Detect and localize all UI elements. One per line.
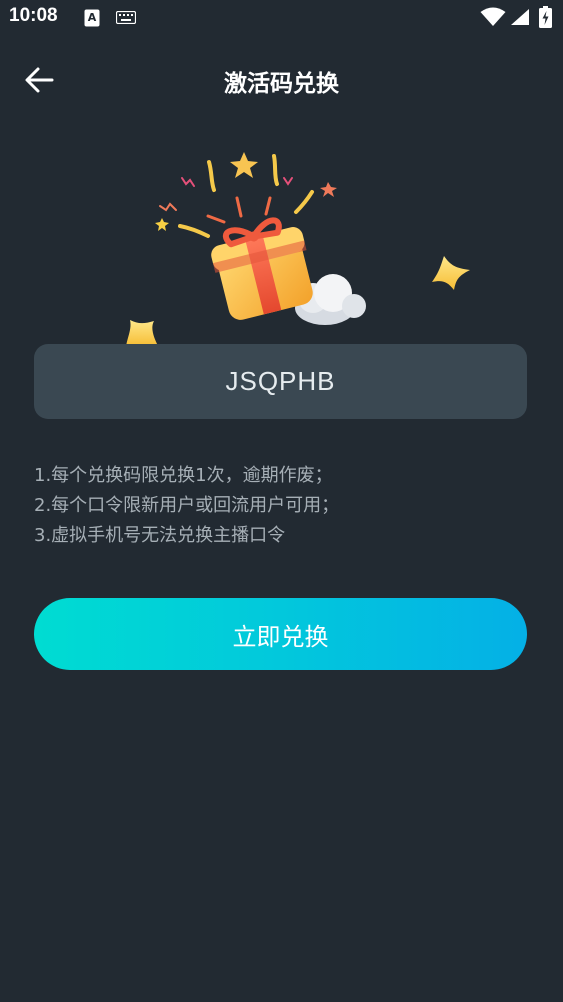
svg-text:A: A xyxy=(88,11,97,24)
wifi-icon xyxy=(480,7,506,26)
status-time: 10:08 xyxy=(9,5,58,26)
signal-icon xyxy=(511,9,529,25)
header: 激活码兑换 xyxy=(0,50,563,110)
rule-item: 3.虚拟手机号无法兑换主播口令 xyxy=(34,525,286,546)
gift-illustration xyxy=(120,140,480,350)
redeem-rules: 1.每个兑换码限兑换1次，逾期作废； 2.每个口令限新用户或回流用户可用； 3.… xyxy=(34,461,534,551)
redeem-now-button[interactable]: 立即兑换 xyxy=(34,598,527,670)
rule-item: 1.每个兑换码限兑换1次，逾期作废； xyxy=(34,465,333,486)
confetti-icon xyxy=(159,154,314,238)
keyboard-icon xyxy=(116,11,136,24)
status-bar: 10:08 A xyxy=(0,0,563,36)
rule-item: 2.每个口令限新用户或回流用户可用； xyxy=(34,495,340,516)
battery-charging-icon xyxy=(539,6,552,28)
redeem-code-input[interactable]: JSQPHB xyxy=(34,344,527,419)
a-badge-icon: A xyxy=(84,9,100,27)
page-title: 激活码兑换 xyxy=(224,71,339,97)
